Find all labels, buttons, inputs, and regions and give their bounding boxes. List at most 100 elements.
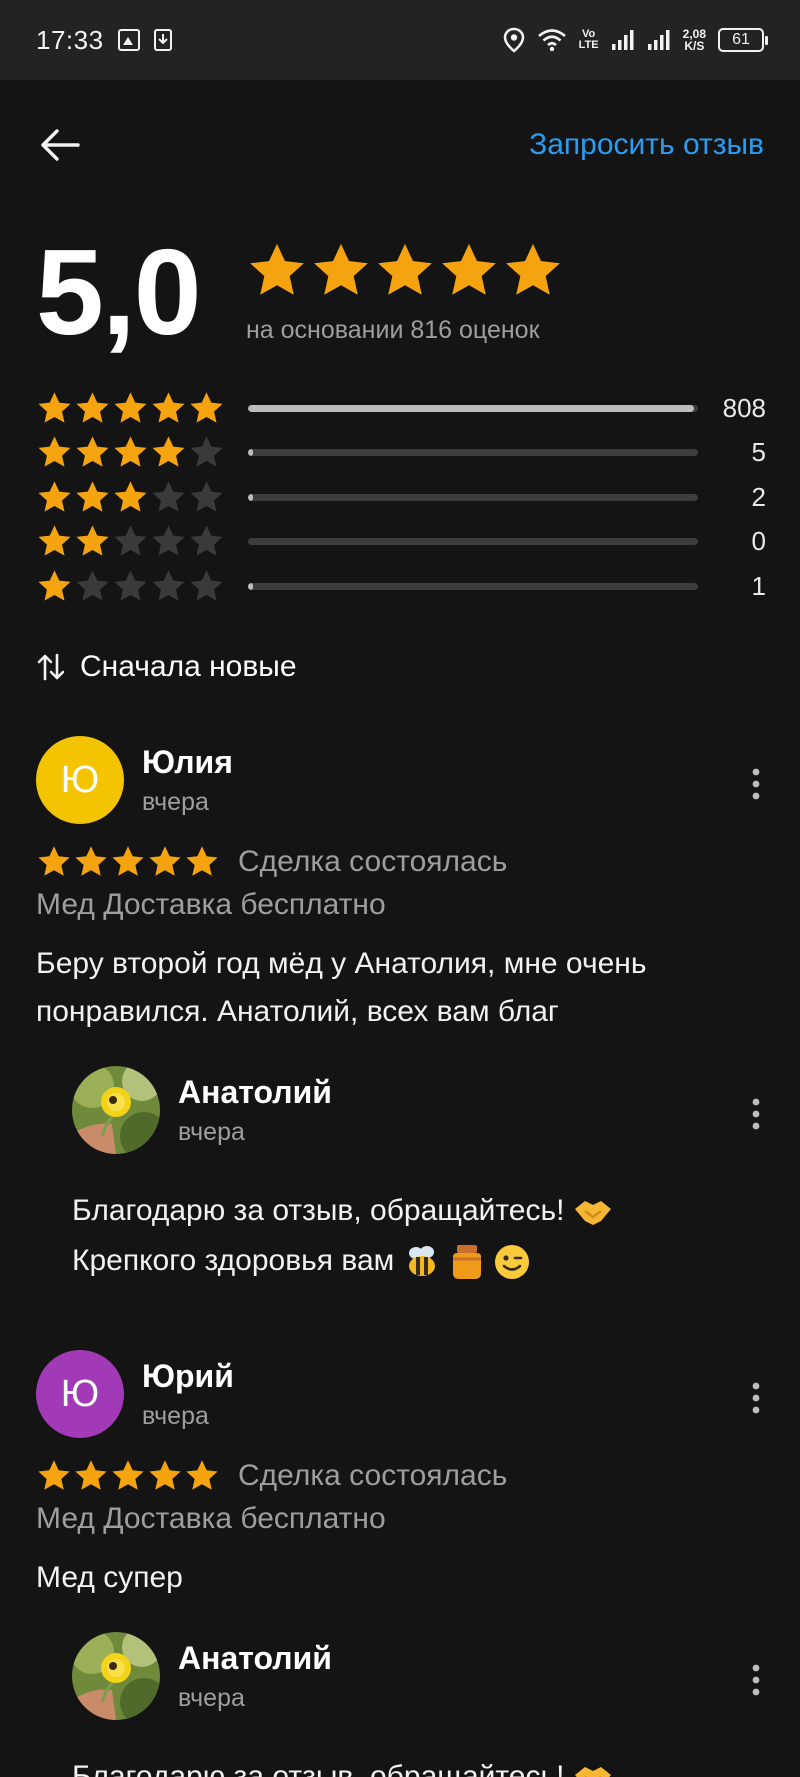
sort-label: Сначала новые [80,650,297,683]
star-icon [442,243,496,295]
reply-header: Анатолий вчера [72,1632,766,1722]
distribution-count: 1 [751,570,766,601]
star-filled-icon [152,392,185,423]
star-empty-icon [190,436,223,467]
review-card: Ю Юрий вчера Сделка состоялась Мед Доста… [36,1350,766,1777]
status-indicators: Vo LTE 2,08 K/S 61 [503,27,768,53]
seller-avatar[interactable] [72,1066,160,1154]
distribution-bar-fill [248,404,694,412]
more-vertical-icon[interactable] [746,1378,766,1418]
distribution-count: 5 [751,437,766,468]
distribution-stars [36,523,226,560]
product-name[interactable]: Мед Доставка бесплатно [36,888,766,922]
more-vertical-icon[interactable] [746,1094,766,1134]
distribution-count: 2 [751,481,766,512]
more-vertical-icon[interactable] [746,764,766,804]
average-rating: 5,0 [36,224,202,360]
star-icon [186,1460,218,1490]
star-empty-icon [114,570,147,601]
star-filled-icon [38,436,71,467]
star-filled-icon [114,481,147,512]
star-filled-icon [38,481,71,512]
review-header: Ю Юрий вчера [36,1350,766,1440]
star-empty-icon [76,570,109,601]
request-review-link[interactable]: Запросить отзыв [529,128,764,162]
review-date: вчера [142,788,209,816]
distribution-row-5[interactable]: 808 [36,386,766,431]
seller-avatar[interactable] [72,1632,160,1720]
reviewer-name[interactable]: Юлия [142,744,233,781]
star-icon [75,846,107,876]
star-icon [186,846,218,876]
sort-arrows-icon [37,653,65,681]
distribution-bar [248,582,698,590]
seller-name: Анатолий [178,1074,332,1110]
signal-2-icon [647,30,670,50]
distribution-bar [248,493,698,501]
star-filled-icon [190,392,223,423]
honey-pot-emoji-icon [452,1245,481,1280]
star-icon [112,846,144,876]
rating-distribution[interactable]: 808 5 2 0 1 [36,386,766,609]
distribution-bar [248,404,698,412]
distribution-bar [248,538,698,546]
distribution-stars [36,568,226,605]
signal-1-icon [611,30,634,50]
distribution-row-3[interactable]: 2 [36,475,766,520]
reviews-screen: 17:33 Vo LTE 2,08 K/S 61 Запросить отзыв… [0,0,800,1777]
distribution-row-2[interactable]: 0 [36,520,766,565]
rating-summary: 5,0 на основании 816 оценок [36,224,766,362]
seller-reply: Анатолий вчера Благодарю за отзыв, обращ… [72,1632,766,1777]
review-card: Ю Юлия вчера Сделка состоялась Мед Доста… [36,736,766,1286]
star-empty-icon [114,525,147,556]
star-filled-icon [76,436,109,467]
winking-face-emoji-icon [495,1245,530,1280]
star-empty-icon [152,570,185,601]
distribution-row-1[interactable]: 1 [36,564,766,609]
gallery-notification-icon [117,29,140,51]
star-empty-icon [152,525,185,556]
reply-line-1: Благодарю за отзыв, обращайтесь! [72,1760,565,1777]
avatar[interactable]: Ю [36,1350,124,1438]
location-icon [503,27,524,53]
seller-reply: Анатолий вчера Благодарю за отзыв, обращ… [72,1066,766,1286]
battery-level: 61 [732,31,750,48]
seller-name: Анатолий [178,1640,332,1676]
reply-text: Благодарю за отзыв, обращайтесь! [72,1752,766,1777]
review-text: Беру второй год мёд у Анатолия, мне очен… [36,947,647,1028]
handshake-emoji-icon [574,1201,611,1226]
star-icon [149,1460,181,1490]
reply-line-1: Благодарю за отзыв, обращайтесь! [72,1194,565,1227]
top-app-bar: Запросить отзыв [0,100,800,190]
distribution-count: 0 [751,526,766,557]
reply-line-2: Крепкого здоровья вам [72,1244,395,1277]
reply-date: вчера [178,1684,245,1712]
back-button[interactable] [40,123,84,167]
arrow-left-icon [41,129,80,161]
star-filled-icon [114,392,147,423]
star-filled-icon [38,525,71,556]
star-empty-icon [190,525,223,556]
distribution-count: 808 [722,392,766,423]
star-icon [506,243,560,295]
review-header: Ю Юлия вчера [36,736,766,826]
avatar[interactable]: Ю [36,736,124,824]
reviewer-name[interactable]: Юрий [142,1358,234,1395]
distribution-stars [36,390,226,427]
distribution-row-4[interactable]: 5 [36,431,766,476]
more-vertical-icon[interactable] [746,1660,766,1700]
star-icon [75,1460,107,1490]
avatar-initial: Ю [60,1372,100,1415]
average-rating-stars [246,240,564,302]
sort-button[interactable]: Сначала новые [36,650,297,684]
product-name[interactable]: Мед Доставка бесплатно [36,1502,766,1536]
star-icon [112,1460,144,1490]
volte-indicator: Vo LTE [578,28,599,51]
distribution-stars [36,479,226,516]
star-empty-icon [190,481,223,512]
star-filled-icon [76,525,109,556]
star-filled-icon [114,436,147,467]
dandelion-photo-icon [72,1066,160,1154]
network-speed: 2,08 K/S [682,27,706,53]
deal-status: Сделка состоялась [238,1459,508,1492]
